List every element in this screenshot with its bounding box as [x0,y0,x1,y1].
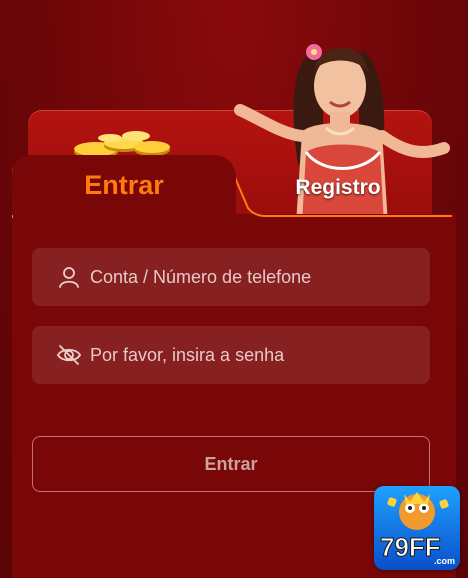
eye-off-icon[interactable] [56,342,82,368]
submit-button-label: Entrar [204,453,258,474]
account-field[interactable] [32,248,430,306]
account-input[interactable] [90,266,390,288]
brand-logo-suffix: .com [434,556,455,566]
brand-logo[interactable]: 79FF .com [374,486,460,570]
brand-logo-text: 79FF [380,532,441,562]
user-icon [56,264,82,290]
password-field[interactable] [32,326,430,384]
submit-button[interactable]: Entrar [32,436,430,492]
password-input[interactable] [90,344,390,366]
tab-entrar-label: Entrar [84,169,164,200]
tab-entrar[interactable]: Entrar [12,155,236,215]
